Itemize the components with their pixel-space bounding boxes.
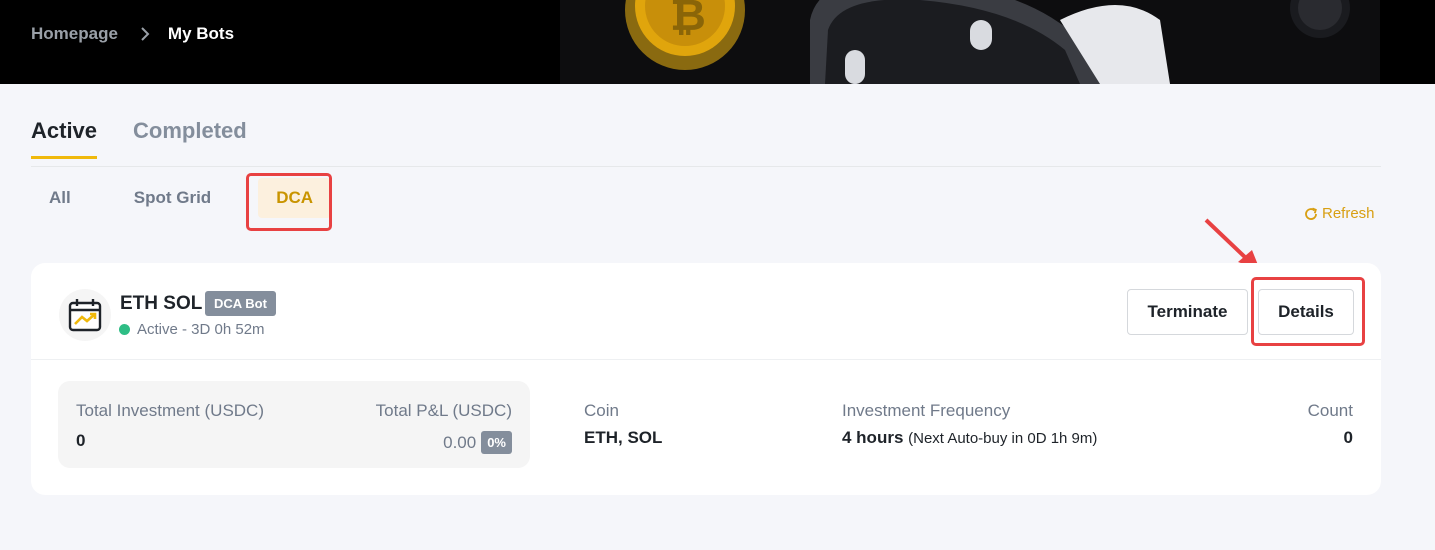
investment-summary: Total Investment (USDC) 0 Total P&L (USD… — [58, 381, 530, 468]
total-pnl: 0.00 0% — [443, 431, 512, 454]
breadcrumb-home-link[interactable]: Homepage — [31, 24, 118, 44]
tab-divider — [31, 166, 1381, 167]
filter-all[interactable]: All — [31, 178, 89, 218]
filter-spot-grid[interactable]: Spot Grid — [116, 178, 229, 218]
next-auto-buy-note: (Next Auto-buy in 0D 1h 9m) — [908, 430, 1098, 447]
terminate-button[interactable]: Terminate — [1127, 289, 1248, 335]
coin-label: Coin — [584, 401, 619, 420]
frequency-label: Investment Frequency — [842, 401, 1011, 420]
header-banner: ₿ Homepage My Bots — [0, 0, 1435, 84]
frequency-value: 4 hours — [842, 428, 904, 447]
total-investment-value: 0 — [76, 431, 86, 450]
frequency-value-row: 4 hours (Next Auto-buy in 0D 1h 9m) — [842, 428, 1097, 448]
status-dot-icon — [119, 324, 130, 335]
total-pnl-value: 0.00 — [443, 432, 477, 452]
refresh-icon — [1305, 207, 1317, 220]
breadcrumb: Homepage My Bots — [31, 24, 234, 44]
status-tabs: Active Completed — [31, 118, 283, 159]
bot-name: ETH SOL — [120, 293, 203, 314]
count-value: 0 — [1343, 428, 1353, 447]
refresh-button[interactable]: Refresh — [1303, 205, 1375, 222]
chevron-right-icon — [140, 27, 150, 41]
calendar-chart-icon — [59, 289, 111, 341]
total-pnl-label: Total P&L (USDC) — [375, 401, 512, 420]
count-label: Count — [1307, 401, 1353, 420]
total-investment-label: Total Investment (USDC) — [76, 401, 264, 420]
bot-status-text: Active - 3D 0h 52m — [137, 321, 265, 338]
hero-illustration: ₿ — [560, 0, 1380, 84]
bot-card-header: ETH SOL DCA Bot Active - 3D 0h 52m Termi… — [31, 263, 1381, 360]
coin-value: ETH, SOL — [584, 428, 663, 447]
breadcrumb-current: My Bots — [167, 24, 235, 43]
bot-card: ETH SOL DCA Bot Active - 3D 0h 52m Termi… — [31, 263, 1381, 495]
refresh-label: Refresh — [1322, 205, 1375, 222]
details-highlight-box — [1251, 277, 1365, 346]
dca-highlight-box — [246, 173, 332, 231]
tab-active[interactable]: Active — [31, 118, 98, 159]
bot-status: Active - 3D 0h 52m — [119, 321, 265, 338]
svg-text:₿: ₿ — [670, 0, 706, 41]
total-pnl-percent-badge: 0% — [481, 431, 512, 454]
bot-type-badge: DCA Bot — [205, 291, 276, 316]
tab-completed[interactable]: Completed — [133, 118, 247, 159]
